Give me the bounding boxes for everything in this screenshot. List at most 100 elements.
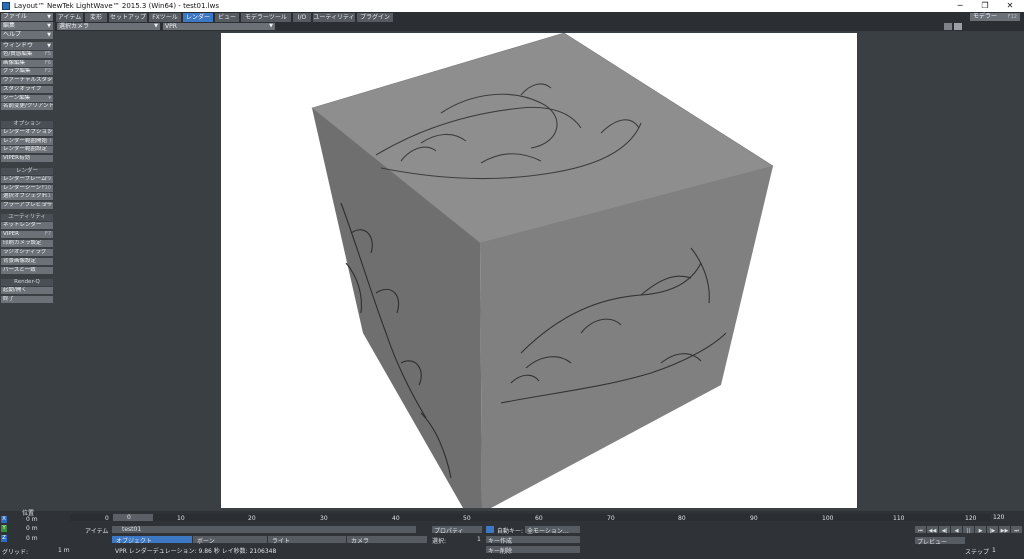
transport-icon: ◀◀: [928, 528, 937, 534]
tab-item[interactable]: アイテム: [56, 13, 83, 22]
tool-button[interactable]: VIPER F7: [1, 231, 53, 238]
window-title-bar[interactable]: Layout™ NewTek LightWave™ 2015.3 (Win64)…: [0, 0, 1024, 12]
file-menu[interactable]: ファイル ▼: [1, 13, 53, 21]
step-label: ステップ: [965, 549, 990, 556]
viewport-layout-icon[interactable]: [944, 23, 952, 30]
help-menu[interactable]: ヘルプ ▼: [1, 31, 53, 39]
item-select[interactable]: test01: [112, 526, 416, 533]
tool-button[interactable]: レンダー範囲開始 l: [1, 137, 53, 145]
tab-modeler-tools[interactable]: モデラーツール: [241, 13, 291, 22]
light-button-label: ライト: [272, 538, 291, 545]
axis-y-value[interactable]: 0 m: [26, 525, 38, 532]
object-button[interactable]: オブジェクト: [112, 536, 192, 545]
tool-button-label: 終了: [3, 295, 15, 302]
tool-button[interactable]: レンダーオプション F: [1, 129, 53, 136]
tick-label: 20: [248, 515, 256, 522]
preview-select[interactable]: プレビュー: [915, 537, 965, 546]
axis-x-value[interactable]: 0 m: [26, 516, 38, 523]
tab-view[interactable]: ビュー: [215, 13, 239, 22]
create-key-label: キー作成: [488, 538, 513, 545]
tool-button[interactable]: VIPER有効: [1, 155, 53, 163]
shortcut-key: F9: [44, 176, 51, 182]
tick-label: 100: [822, 515, 834, 522]
modeler-button[interactable]: モデラー F12: [970, 13, 1020, 21]
delete-key-button[interactable]: キー削除: [486, 546, 580, 555]
light-button[interactable]: ライト: [268, 536, 346, 545]
edit-menu-label: 編集: [3, 22, 16, 29]
viewport-maximize-icon[interactable]: [954, 23, 962, 30]
chevron-down-icon: ▼: [269, 23, 273, 29]
tool-button[interactable]: 起動/開く: [1, 287, 53, 294]
tool-button[interactable]: 終了: [1, 295, 53, 303]
close-button[interactable]: ✕: [998, 0, 1022, 12]
tool-button[interactable]: 名前変更/クリアント: [1, 103, 53, 111]
tool-button[interactable]: フラーアプレビュー ⌃F9: [1, 202, 53, 210]
tool-button-label: パースと一致: [3, 267, 36, 273]
window-menu-label: ウィンドウ: [3, 42, 34, 49]
tool-button-label: スタジオライブ: [3, 85, 42, 92]
transport-button[interactable]: ||: [963, 526, 974, 534]
transport-button[interactable]: ◀|: [939, 526, 950, 534]
tool-button-label: 印刷カメラ設定: [3, 240, 42, 246]
tool-button[interactable]: 画像編集 F6: [1, 59, 53, 67]
tool-button[interactable]: パースと一致: [1, 267, 53, 274]
camera-select[interactable]: 選択カメラ ▼: [57, 23, 160, 30]
tab-utility[interactable]: ユーティリティ: [313, 13, 355, 22]
shortcut-key: ▾: [48, 94, 51, 101]
bone-button[interactable]: ボーン: [193, 536, 267, 545]
auto-key-checkbox[interactable]: [486, 526, 494, 533]
tool-button[interactable]: ネットレンダー: [1, 222, 53, 229]
transport-button[interactable]: |▶: [987, 526, 998, 534]
axis-z-chip[interactable]: Z: [1, 535, 7, 542]
transport-button[interactable]: ⏭: [1011, 526, 1022, 534]
tab-plugins[interactable]: プラグイン: [357, 13, 393, 22]
tick-label: 80: [678, 515, 686, 522]
tab-render[interactable]: レンダー: [183, 13, 213, 22]
shortcut-key: F7: [44, 231, 51, 237]
object-button-label: オブジェクト: [116, 538, 153, 545]
axis-x-chip[interactable]: X: [1, 516, 7, 523]
timeline-track[interactable]: [70, 514, 990, 521]
tool-button-label: レンダーフレーム: [3, 176, 47, 182]
tool-button[interactable]: 背景画像設定: [1, 258, 53, 265]
create-key-button[interactable]: キー作成: [486, 536, 580, 545]
shortcut-key: ⌃F9: [40, 202, 51, 209]
tab-transform[interactable]: 変形: [85, 13, 107, 22]
vpr-options-button[interactable]: ▼: [266, 23, 275, 30]
tool-button[interactable]: 選択オブジェクト F11: [1, 193, 53, 201]
tool-button[interactable]: 色/質感編集 F5: [1, 51, 53, 58]
window-menu[interactable]: ウィンドウ ▼: [1, 42, 53, 50]
axis-y-chip[interactable]: Y: [1, 525, 7, 532]
tool-button[interactable]: レンダーシーン F10: [1, 184, 53, 192]
auto-key-select[interactable]: 全モーション…: [525, 526, 580, 535]
tool-button[interactable]: 印刷カメラ設定: [1, 240, 53, 247]
transport-button[interactable]: ⏮: [915, 526, 926, 534]
maximize-button[interactable]: ❐: [973, 0, 997, 12]
axis-z-value[interactable]: 0 m: [26, 535, 38, 542]
renderq-section-title: Render-Q: [1, 279, 53, 286]
tab-setup[interactable]: セットアップ: [109, 13, 147, 22]
tab-io[interactable]: I/O: [293, 13, 311, 22]
timeline-slider[interactable]: [113, 514, 153, 521]
camera-button[interactable]: カメラ: [347, 536, 427, 545]
options-section-title: オプション: [1, 121, 53, 128]
delete-key-label: キー削除: [488, 548, 513, 555]
tab-fx-tools[interactable]: FXツール: [149, 13, 181, 22]
transport-button[interactable]: ▶: [975, 526, 986, 534]
edit-menu[interactable]: 編集 ▼: [1, 22, 53, 30]
tool-button[interactable]: ヴァーチャルスタジオ ▾: [1, 77, 53, 85]
tool-button[interactable]: レンダーフレーム F9: [1, 176, 53, 183]
minimize-button[interactable]: ─: [948, 0, 972, 12]
shortcut-key: F6: [44, 59, 51, 66]
transport-button[interactable]: ◀◀: [927, 526, 938, 534]
vpr-select[interactable]: VPR ▼: [163, 23, 275, 30]
tool-button[interactable]: ラジオシティラグ: [1, 249, 53, 256]
tool-button[interactable]: シーン編集 ▾: [1, 94, 53, 102]
tool-button[interactable]: レンダー範囲設定: [1, 146, 53, 154]
tool-button[interactable]: スタジオライブ: [1, 85, 53, 93]
transport-button[interactable]: ▶▶: [999, 526, 1010, 534]
property-button[interactable]: プロパティ: [432, 526, 482, 535]
tool-button[interactable]: グラフ編集 F2: [1, 68, 53, 76]
transport-button[interactable]: ◀: [951, 526, 962, 534]
vpr-render-canvas[interactable]: [221, 32, 857, 508]
